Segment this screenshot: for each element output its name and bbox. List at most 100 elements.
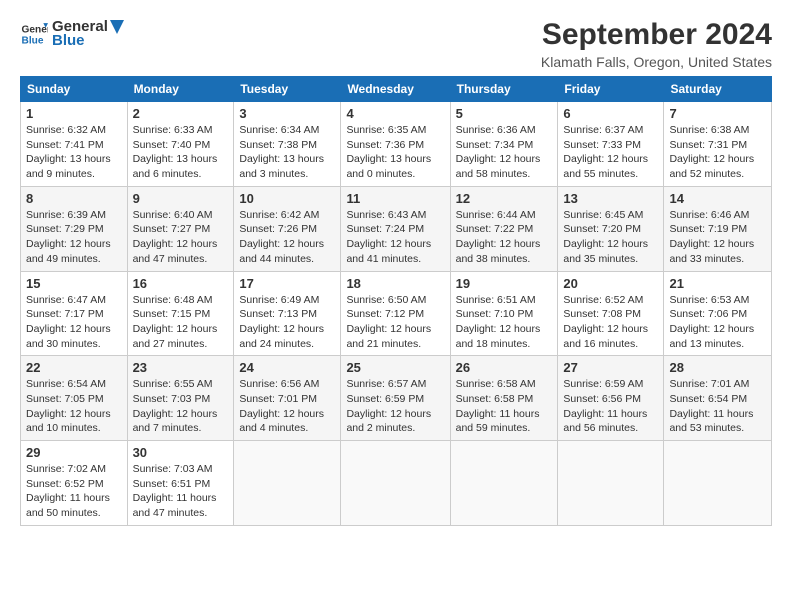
day-info: Sunrise: 6:54 AMSunset: 7:05 PMDaylight:… bbox=[26, 377, 122, 436]
calendar-cell: 29Sunrise: 7:02 AMSunset: 6:52 PMDayligh… bbox=[21, 441, 128, 526]
week-row-5: 29Sunrise: 7:02 AMSunset: 6:52 PMDayligh… bbox=[21, 441, 772, 526]
logo: General Blue General Blue bbox=[20, 18, 124, 49]
day-number: 21 bbox=[669, 276, 766, 291]
day-info: Sunrise: 6:45 AMSunset: 7:20 PMDaylight:… bbox=[563, 208, 658, 267]
calendar-cell: 12Sunrise: 6:44 AMSunset: 7:22 PMDayligh… bbox=[450, 186, 558, 271]
day-number: 4 bbox=[346, 106, 444, 121]
day-number: 12 bbox=[456, 191, 553, 206]
header-wednesday: Wednesday bbox=[341, 77, 450, 102]
calendar-cell: 22 Sunrise: 6:54 AMSunset: 7:05 PMDayligh… bbox=[21, 356, 128, 441]
day-number: 23 bbox=[133, 360, 229, 375]
day-info: Sunrise: 6:42 AMSunset: 7:26 PMDaylight:… bbox=[239, 208, 335, 267]
header: General Blue General Blue September 2024… bbox=[20, 18, 772, 70]
day-info: Sunrise: 6:49 AMSunset: 7:13 PMDaylight:… bbox=[239, 293, 335, 352]
header-monday: Monday bbox=[127, 77, 234, 102]
day-info: Sunrise: 6:33 AMSunset: 7:40 PMDaylight:… bbox=[133, 123, 229, 182]
week-row-3: 15 Sunrise: 6:47 AMSunset: 7:17 PMDayligh… bbox=[21, 271, 772, 356]
day-info: Sunrise: 6:51 AMSunset: 7:10 PMDaylight:… bbox=[456, 293, 553, 352]
day-number: 14 bbox=[669, 191, 766, 206]
day-number: 15 bbox=[26, 276, 122, 291]
week-row-2: 8Sunrise: 6:39 AMSunset: 7:29 PMDaylight… bbox=[21, 186, 772, 271]
calendar-cell: 17 Sunrise: 6:49 AMSunset: 7:13 PMDayligh… bbox=[234, 271, 341, 356]
day-info: Sunrise: 6:59 AMSunset: 6:56 PMDaylight:… bbox=[563, 377, 658, 436]
day-number: 27 bbox=[563, 360, 658, 375]
calendar-cell: 25 Sunrise: 6:57 AMSunset: 6:59 PMDayligh… bbox=[341, 356, 450, 441]
title-block: September 2024 Klamath Falls, Oregon, Un… bbox=[541, 18, 772, 70]
svg-text:Blue: Blue bbox=[22, 35, 44, 46]
day-number: 24 bbox=[239, 360, 335, 375]
day-number: 26 bbox=[456, 360, 553, 375]
calendar-cell: 20 Sunrise: 6:52 AMSunset: 7:08 PMDayligh… bbox=[558, 271, 664, 356]
day-info: Sunrise: 6:48 AMSunset: 7:15 PMDaylight:… bbox=[133, 293, 229, 352]
header-saturday: Saturday bbox=[664, 77, 772, 102]
calendar-cell: 30Sunrise: 7:03 AMSunset: 6:51 PMDayligh… bbox=[127, 441, 234, 526]
day-info: Sunrise: 6:34 AMSunset: 7:38 PMDaylight:… bbox=[239, 123, 335, 182]
calendar-cell: 5Sunrise: 6:36 AMSunset: 7:34 PMDaylight… bbox=[450, 102, 558, 187]
day-info: Sunrise: 6:47 AMSunset: 7:17 PMDaylight:… bbox=[26, 293, 122, 352]
day-info: Sunrise: 6:36 AMSunset: 7:34 PMDaylight:… bbox=[456, 123, 553, 182]
day-info: Sunrise: 6:55 AMSunset: 7:03 PMDaylight:… bbox=[133, 377, 229, 436]
calendar-page: General Blue General Blue September 2024… bbox=[0, 0, 792, 612]
calendar-cell: 16 Sunrise: 6:48 AMSunset: 7:15 PMDayligh… bbox=[127, 271, 234, 356]
calendar-cell: 2 Sunrise: 6:33 AMSunset: 7:40 PMDaylight… bbox=[127, 102, 234, 187]
day-number: 22 bbox=[26, 360, 122, 375]
day-number: 7 bbox=[669, 106, 766, 121]
week-row-4: 22 Sunrise: 6:54 AMSunset: 7:05 PMDayligh… bbox=[21, 356, 772, 441]
header-sunday: Sunday bbox=[21, 77, 128, 102]
day-number: 11 bbox=[346, 191, 444, 206]
header-friday: Friday bbox=[558, 77, 664, 102]
calendar-header: Sunday Monday Tuesday Wednesday Thursday… bbox=[21, 77, 772, 102]
day-info: Sunrise: 6:53 AMSunset: 7:06 PMDaylight:… bbox=[669, 293, 766, 352]
calendar-cell: 23 Sunrise: 6:55 AMSunset: 7:03 PMDayligh… bbox=[127, 356, 234, 441]
calendar-cell: 1 Sunrise: 6:32 AMSunset: 7:41 PMDaylight… bbox=[21, 102, 128, 187]
calendar-cell: 24 Sunrise: 6:56 AMSunset: 7:01 PMDayligh… bbox=[234, 356, 341, 441]
calendar-cell bbox=[234, 441, 341, 526]
day-info: Sunrise: 6:35 AMSunset: 7:36 PMDaylight:… bbox=[346, 123, 444, 182]
logo-triangle-icon bbox=[110, 20, 124, 34]
calendar-cell: 4 Sunrise: 6:35 AMSunset: 7:36 PMDaylight… bbox=[341, 102, 450, 187]
day-info: Sunrise: 6:40 AMSunset: 7:27 PMDaylight:… bbox=[133, 208, 229, 267]
day-info: Sunrise: 6:37 AMSunset: 7:33 PMDaylight:… bbox=[563, 123, 658, 182]
calendar-cell bbox=[664, 441, 772, 526]
day-info: Sunrise: 6:58 AMSunset: 6:58 PMDaylight:… bbox=[456, 377, 553, 436]
day-info: Sunrise: 6:46 AMSunset: 7:19 PMDaylight:… bbox=[669, 208, 766, 267]
calendar-cell: 14 Sunrise: 6:46 AMSunset: 7:19 PMDayligh… bbox=[664, 186, 772, 271]
day-info: Sunrise: 6:39 AMSunset: 7:29 PMDaylight:… bbox=[26, 208, 122, 267]
calendar-cell: 28 Sunrise: 7:01 AMSunset: 6:54 PMDayligh… bbox=[664, 356, 772, 441]
calendar-cell: 15 Sunrise: 6:47 AMSunset: 7:17 PMDayligh… bbox=[21, 271, 128, 356]
day-number: 20 bbox=[563, 276, 658, 291]
day-info: Sunrise: 6:43 AMSunset: 7:24 PMDaylight:… bbox=[346, 208, 444, 267]
day-number: 16 bbox=[133, 276, 229, 291]
day-number: 6 bbox=[563, 106, 658, 121]
calendar-cell: 10 Sunrise: 6:42 AMSunset: 7:26 PMDayligh… bbox=[234, 186, 341, 271]
day-info: Sunrise: 6:38 AMSunset: 7:31 PMDaylight:… bbox=[669, 123, 766, 182]
calendar-cell: 18Sunrise: 6:50 AMSunset: 7:12 PMDayligh… bbox=[341, 271, 450, 356]
day-number: 10 bbox=[239, 191, 335, 206]
day-info: Sunrise: 6:57 AMSunset: 6:59 PMDaylight:… bbox=[346, 377, 444, 436]
day-number: 17 bbox=[239, 276, 335, 291]
day-number: 13 bbox=[563, 191, 658, 206]
calendar-cell: 7 Sunrise: 6:38 AMSunset: 7:31 PMDaylight… bbox=[664, 102, 772, 187]
day-info: Sunrise: 6:50 AMSunset: 7:12 PMDaylight:… bbox=[346, 293, 444, 352]
header-thursday: Thursday bbox=[450, 77, 558, 102]
calendar-cell bbox=[341, 441, 450, 526]
day-number: 19 bbox=[456, 276, 553, 291]
calendar-body: 1 Sunrise: 6:32 AMSunset: 7:41 PMDaylight… bbox=[21, 102, 772, 526]
svg-text:General: General bbox=[22, 24, 48, 35]
header-tuesday: Tuesday bbox=[234, 77, 341, 102]
day-number: 29 bbox=[26, 445, 122, 460]
day-info: Sunrise: 6:56 AMSunset: 7:01 PMDaylight:… bbox=[239, 377, 335, 436]
day-number: 25 bbox=[346, 360, 444, 375]
day-number: 1 bbox=[26, 106, 122, 121]
day-number: 2 bbox=[133, 106, 229, 121]
day-info: Sunrise: 7:01 AMSunset: 6:54 PMDaylight:… bbox=[669, 377, 766, 436]
calendar-table: Sunday Monday Tuesday Wednesday Thursday… bbox=[20, 76, 772, 526]
day-number: 28 bbox=[669, 360, 766, 375]
day-info: Sunrise: 6:32 AMSunset: 7:41 PMDaylight:… bbox=[26, 123, 122, 182]
day-number: 9 bbox=[133, 191, 229, 206]
day-info: Sunrise: 7:03 AMSunset: 6:51 PMDaylight:… bbox=[133, 462, 229, 521]
calendar-cell: 26 Sunrise: 6:58 AMSunset: 6:58 PMDayligh… bbox=[450, 356, 558, 441]
day-info: Sunrise: 6:52 AMSunset: 7:08 PMDaylight:… bbox=[563, 293, 658, 352]
page-subtitle: Klamath Falls, Oregon, United States bbox=[541, 54, 772, 70]
calendar-cell bbox=[558, 441, 664, 526]
